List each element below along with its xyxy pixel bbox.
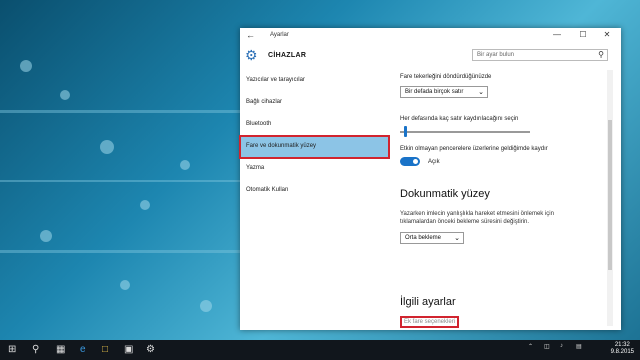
sidebar-item-label: Otomatik Kullan	[246, 187, 289, 193]
sidebar-item-connected-devices[interactable]: Bağlı cihazlar	[240, 92, 389, 114]
toggle-state: Açık	[428, 159, 440, 165]
search-icon[interactable]: ⚲	[32, 344, 39, 355]
store-icon[interactable]: ▣	[124, 344, 133, 355]
lines-label: Her defasında kaç satır kaydırılacağını …	[400, 116, 519, 122]
touchpad-note: Yazarken imlecin yanlışlıkla hareket etm…	[400, 211, 554, 225]
lines-slider-thumb[interactable]	[403, 126, 407, 137]
page-title: CİHAZLAR	[268, 52, 307, 59]
search-placeholder: Bir ayar bulun	[477, 52, 515, 58]
scrollbar-thumb[interactable]	[608, 120, 612, 270]
network-icon[interactable]: ◫	[544, 343, 550, 350]
close-button[interactable]: ✕	[598, 30, 616, 39]
inactive-scroll-toggle[interactable]	[400, 157, 420, 166]
search-icon[interactable]: ⚲	[598, 50, 604, 59]
maximize-button[interactable]: ☐	[574, 30, 592, 39]
lines-slider-track[interactable]	[400, 131, 530, 133]
sidebar-item-label: Fare ve dokunmatik yüzey	[246, 143, 317, 149]
settings-icon[interactable]: ⚙	[146, 344, 155, 355]
delay-dropdown[interactable]: Orta bekleme ⌄	[400, 232, 464, 244]
clock[interactable]: 21:32 9.8.2015	[611, 342, 634, 356]
sidebar-item-printers[interactable]: Yazıcılar ve tarayıcılar	[240, 70, 389, 92]
explorer-icon[interactable]: □	[102, 344, 108, 355]
sidebar-item-autoplay[interactable]: Otomatik Kullan	[240, 180, 389, 202]
sidebar-item-mouse-touchpad[interactable]: Fare ve dokunmatik yüzey	[239, 135, 390, 159]
wheel-value: Bir defada birçok satır	[405, 89, 464, 95]
related-heading: İlgili ayarlar	[400, 296, 456, 308]
settings-content: Fare tekerleğini döndürdüğünüzde Bir def…	[400, 70, 610, 330]
edge-icon[interactable]: e	[80, 344, 86, 355]
settings-header: ⚙ CİHAZLAR Bir ayar bulun ⚲	[240, 44, 621, 70]
clock-date: 9.8.2015	[610, 349, 634, 355]
additional-mouse-options-link[interactable]: Ek fare seçenekleri	[400, 316, 460, 328]
gear-icon: ⚙	[245, 47, 258, 63]
sidebar-item-label: Yazıcılar ve tarayıcılar	[246, 77, 305, 83]
wheel-label: Fare tekerleğini döndürdüğünüzde	[400, 74, 492, 80]
notifications-icon[interactable]: ▤	[576, 343, 582, 350]
chevron-down-icon: ⌄	[454, 235, 460, 242]
back-arrow-icon[interactable]: ←	[246, 30, 255, 40]
volume-icon[interactable]: ♪	[560, 343, 563, 349]
sidebar-item-label: Yazma	[246, 165, 265, 171]
sidebar: Yazıcılar ve tarayıcılar Bağlı cihazlar …	[239, 70, 390, 330]
touchpad-heading: Dokunmatik yüzey	[400, 188, 490, 200]
settings-window: ← Ayarlar — ☐ ✕ ⚙ CİHAZLAR Bir ayar bulu…	[239, 28, 621, 330]
windows-start-icon[interactable]: ⊞	[8, 344, 16, 355]
wheel-dropdown[interactable]: Bir defada birçok satır ⌄	[400, 86, 488, 98]
toggle-knob	[413, 159, 418, 164]
sidebar-item-typing[interactable]: Yazma	[240, 158, 389, 180]
title-bar: ← Ayarlar — ☐ ✕	[240, 28, 621, 44]
chevron-down-icon: ⌄	[478, 89, 484, 96]
tray-up-icon[interactable]: ⌃	[528, 343, 533, 350]
inactive-scroll-label: Etkin olmayan pencerelere üzerlerine gel…	[400, 146, 548, 152]
task-view-icon[interactable]: ▦	[56, 344, 65, 355]
minimize-button[interactable]: —	[548, 30, 566, 39]
taskbar: ⊞ ⚲ ▦ e □ ▣ ⚙ ⌃ ◫ ♪ ▤ 21:32 9.8.2015	[0, 340, 640, 360]
delay-value: Orta bekleme	[405, 235, 442, 241]
sidebar-item-label: Bluetooth	[246, 121, 272, 127]
sidebar-item-bluetooth[interactable]: Bluetooth	[240, 114, 389, 136]
window-title: Ayarlar	[270, 32, 289, 38]
search-input[interactable]: Bir ayar bulun ⚲	[472, 49, 608, 61]
clock-time: 21:32	[614, 342, 630, 348]
vertical-scrollbar[interactable]	[607, 70, 613, 326]
sidebar-item-label: Bağlı cihazlar	[246, 99, 283, 105]
